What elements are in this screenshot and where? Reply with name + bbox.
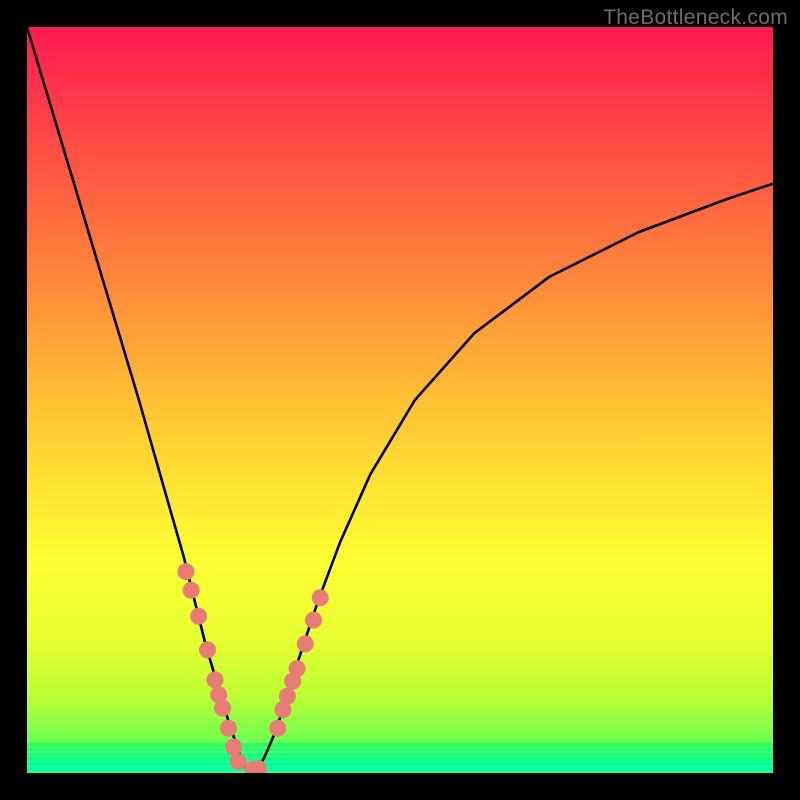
bottleneck-curve (27, 27, 773, 773)
bottleneck-curve-chart (27, 27, 773, 773)
data-marker (230, 753, 247, 770)
data-marker (199, 641, 216, 658)
data-marker (214, 700, 231, 717)
data-marker (312, 589, 329, 606)
data-marker (190, 608, 207, 625)
data-marker (289, 660, 306, 677)
data-marker (297, 635, 314, 652)
plot-area (27, 27, 773, 773)
data-marker (269, 720, 286, 737)
data-marker (177, 563, 194, 580)
data-marker (279, 688, 296, 705)
data-marker (305, 612, 322, 629)
data-marker (220, 720, 237, 737)
data-marker (225, 738, 242, 755)
watermark-text: TheBottleneck.com (603, 6, 788, 30)
data-marker (183, 582, 200, 599)
data-marker (207, 671, 224, 688)
